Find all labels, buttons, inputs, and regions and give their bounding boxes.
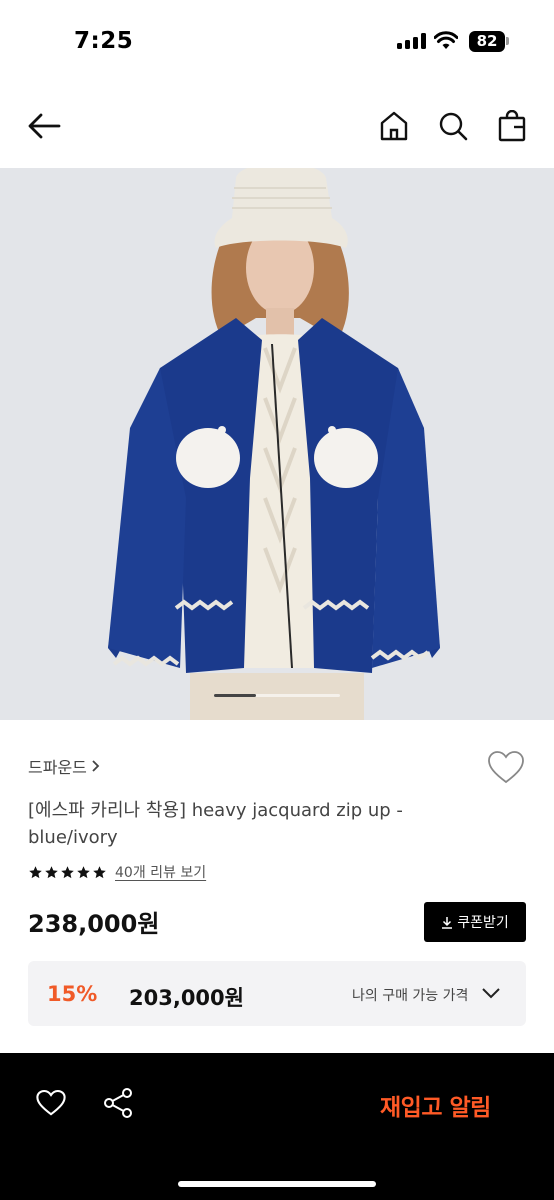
wishlist-button[interactable] <box>486 748 526 788</box>
carousel-pager <box>214 694 340 697</box>
star-icon <box>61 865 74 878</box>
product-title: [에스파 카리나 착용] heavy jacquard zip up - blu… <box>28 800 403 848</box>
search-icon <box>439 112 468 141</box>
review-link[interactable]: 40개 리뷰 보기 <box>115 862 206 882</box>
bottom-action-bar: 재입고 알림 <box>0 1053 554 1200</box>
home-button[interactable] <box>372 104 416 148</box>
product-price: 238,000원 <box>28 910 160 938</box>
star-icon <box>77 865 90 878</box>
arrow-left-icon <box>28 113 61 139</box>
wishlist-bottom-button[interactable] <box>31 1083 71 1123</box>
restock-alert-button[interactable]: 재입고 알림 <box>380 1088 491 1122</box>
back-button[interactable] <box>22 104 66 148</box>
star-icon <box>29 865 42 878</box>
discount-rate: 15% <box>47 982 98 1006</box>
cart-button[interactable] <box>490 104 534 148</box>
shopping-bag-icon <box>498 110 526 142</box>
product-photo <box>0 168 554 720</box>
download-icon <box>442 916 453 929</box>
my-price-label: 나의 구매 가능 가격 <box>352 988 469 1004</box>
discount-price: 203,000원 <box>129 986 244 1010</box>
battery-tip <box>506 37 509 45</box>
battery-level: 82 <box>469 31 505 52</box>
share-icon <box>104 1088 132 1118</box>
cellular-signal-icon <box>397 33 427 49</box>
top-nav-bar <box>0 90 554 166</box>
share-button[interactable] <box>98 1083 138 1123</box>
brand-name: 드파운드 <box>28 758 87 777</box>
chevron-right-icon <box>92 760 100 772</box>
chevron-down-icon <box>482 988 500 999</box>
heart-icon <box>36 1089 66 1116</box>
heart-outline-icon <box>488 751 524 784</box>
home-indicator <box>178 1181 376 1187</box>
carousel-pager-progress <box>214 694 256 697</box>
star-icon <box>93 865 106 878</box>
wifi-icon <box>434 31 458 49</box>
status-bar: 7:25 82 <box>0 0 554 84</box>
coupon-label: 쿠폰받기 <box>457 915 509 931</box>
rating-row: 40개 리뷰 보기 <box>28 862 206 882</box>
coupon-button[interactable]: 쿠폰받기 <box>424 902 526 942</box>
home-icon <box>380 111 408 141</box>
rating-stars <box>28 865 107 880</box>
star-icon <box>45 865 58 878</box>
brand-link[interactable]: 드파운드 <box>28 754 101 778</box>
my-price-dropdown[interactable]: 15% 203,000원 나의 구매 가능 가격 <box>28 961 526 1026</box>
product-image-carousel[interactable] <box>0 168 554 720</box>
status-time: 7:25 <box>74 28 134 54</box>
search-button[interactable] <box>431 104 475 148</box>
